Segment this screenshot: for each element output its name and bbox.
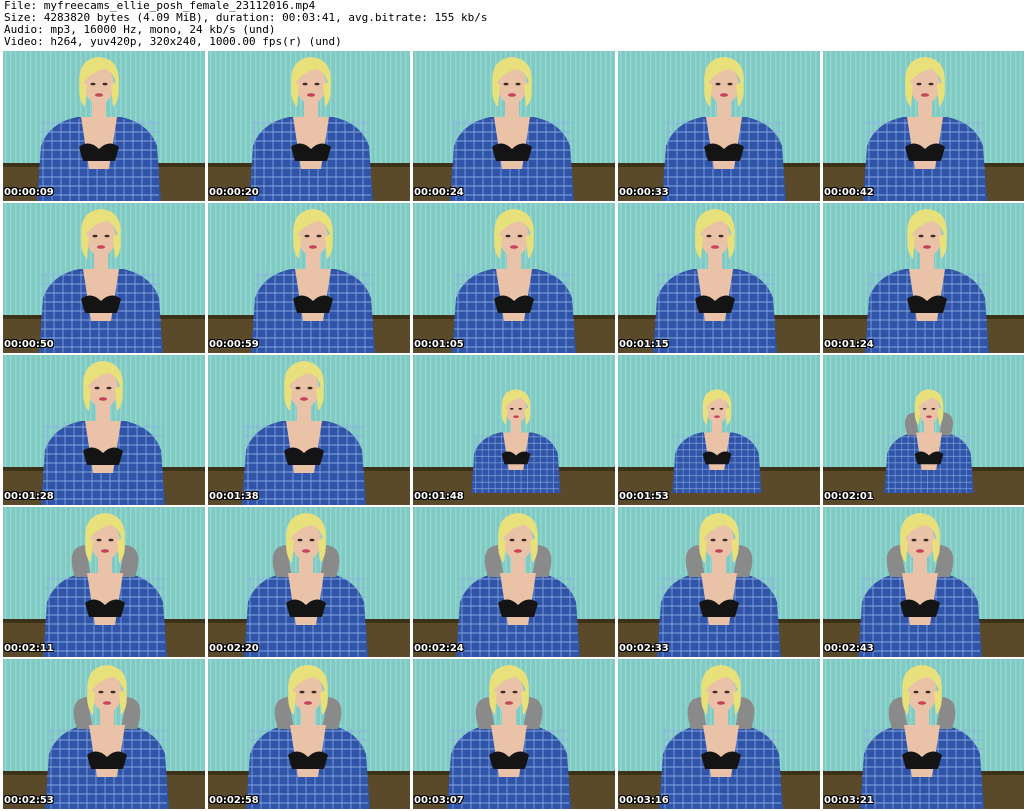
frame-image	[208, 507, 410, 657]
frame-timestamp: 00:03:16	[619, 795, 669, 806]
video-frame-thumbnail: 00:02:01	[823, 355, 1024, 505]
frame-image	[208, 355, 410, 505]
video-frame-thumbnail: 00:00:42	[823, 51, 1024, 201]
video-frame-thumbnail: 00:02:58	[208, 659, 410, 809]
thumbnail-grid: 00:00:09 00:00:20 00:00:24 00:00:33 00:00:42…	[3, 51, 1024, 809]
frame-image	[823, 203, 1024, 353]
file-info-header: File: myfreecams_ellie_posh_female_23112…	[4, 0, 1020, 50]
frame-timestamp: 00:01:38	[209, 491, 259, 502]
video-frame-thumbnail: 00:00:59	[208, 203, 410, 353]
frame-timestamp: 00:02:43	[824, 643, 874, 654]
frame-timestamp: 00:02:58	[209, 795, 259, 806]
frame-image	[618, 203, 820, 353]
video-frame-thumbnail: 00:02:53	[3, 659, 205, 809]
frame-image	[823, 659, 1024, 809]
video-frame-thumbnail: 00:01:15	[618, 203, 820, 353]
video-frame-thumbnail: 00:00:33	[618, 51, 820, 201]
video-info-line: Video: h264, yuv420p, 320x240, 1000.00 f…	[4, 36, 342, 48]
frame-timestamp: 00:00:20	[209, 187, 259, 198]
video-frame-thumbnail: 00:01:48	[413, 355, 615, 505]
frame-image	[3, 355, 205, 505]
frame-timestamp: 00:01:53	[619, 491, 669, 502]
frame-timestamp: 00:02:24	[414, 643, 464, 654]
video-frame-thumbnail: 00:02:43	[823, 507, 1024, 657]
frame-timestamp: 00:03:21	[824, 795, 874, 806]
video-frame-thumbnail: 00:01:05	[413, 203, 615, 353]
frame-image	[3, 507, 205, 657]
frame-image	[208, 659, 410, 809]
frame-image	[3, 203, 205, 353]
frame-image	[823, 51, 1024, 201]
video-frame-thumbnail: 00:00:20	[208, 51, 410, 201]
frame-timestamp: 00:02:01	[824, 491, 874, 502]
frame-timestamp: 00:01:28	[4, 491, 54, 502]
frame-timestamp: 00:02:11	[4, 643, 54, 654]
frame-timestamp: 00:01:05	[414, 339, 464, 350]
frame-image	[413, 51, 615, 201]
video-frame-thumbnail: 00:01:38	[208, 355, 410, 505]
frame-image	[823, 355, 1024, 505]
video-frame-thumbnail: 00:00:24	[413, 51, 615, 201]
file-name-line: File: myfreecams_ellie_posh_female_23112…	[4, 0, 316, 12]
frame-image	[208, 203, 410, 353]
frame-image	[618, 51, 820, 201]
frame-timestamp: 00:01:24	[824, 339, 874, 350]
frame-image	[208, 51, 410, 201]
frame-image	[413, 203, 615, 353]
frame-timestamp: 00:00:33	[619, 187, 669, 198]
video-frame-thumbnail: 00:02:24	[413, 507, 615, 657]
video-frame-thumbnail: 00:00:50	[3, 203, 205, 353]
frame-timestamp: 00:00:59	[209, 339, 259, 350]
frame-image	[413, 659, 615, 809]
video-frame-thumbnail: 00:00:09	[3, 51, 205, 201]
video-frame-thumbnail: 00:03:21	[823, 659, 1024, 809]
frame-image	[618, 355, 820, 505]
audio-info-line: Audio: mp3, 16000 Hz, mono, 24 kb/s (und…	[4, 24, 276, 36]
video-frame-thumbnail: 00:03:16	[618, 659, 820, 809]
frame-timestamp: 00:00:50	[4, 339, 54, 350]
video-frame-thumbnail: 00:02:11	[3, 507, 205, 657]
frame-timestamp: 00:01:48	[414, 491, 464, 502]
frame-timestamp: 00:03:07	[414, 795, 464, 806]
video-frame-thumbnail: 00:02:20	[208, 507, 410, 657]
frame-timestamp: 00:01:15	[619, 339, 669, 350]
video-frame-thumbnail: 00:03:07	[413, 659, 615, 809]
video-frame-thumbnail: 00:02:33	[618, 507, 820, 657]
video-frame-thumbnail: 00:01:28	[3, 355, 205, 505]
frame-timestamp: 00:00:09	[4, 187, 54, 198]
file-size-line: Size: 4283820 bytes (4.09 MiB), duration…	[4, 12, 488, 24]
frame-image	[3, 51, 205, 201]
frame-image	[3, 659, 205, 809]
frame-timestamp: 00:02:20	[209, 643, 259, 654]
frame-image	[413, 355, 615, 505]
frame-image	[618, 507, 820, 657]
video-frame-thumbnail: 00:01:24	[823, 203, 1024, 353]
frame-timestamp: 00:00:42	[824, 187, 874, 198]
frame-timestamp: 00:02:33	[619, 643, 669, 654]
video-frame-thumbnail: 00:01:53	[618, 355, 820, 505]
frame-timestamp: 00:02:53	[4, 795, 54, 806]
frame-image	[823, 507, 1024, 657]
frame-image	[618, 659, 820, 809]
frame-image	[413, 507, 615, 657]
frame-timestamp: 00:00:24	[414, 187, 464, 198]
